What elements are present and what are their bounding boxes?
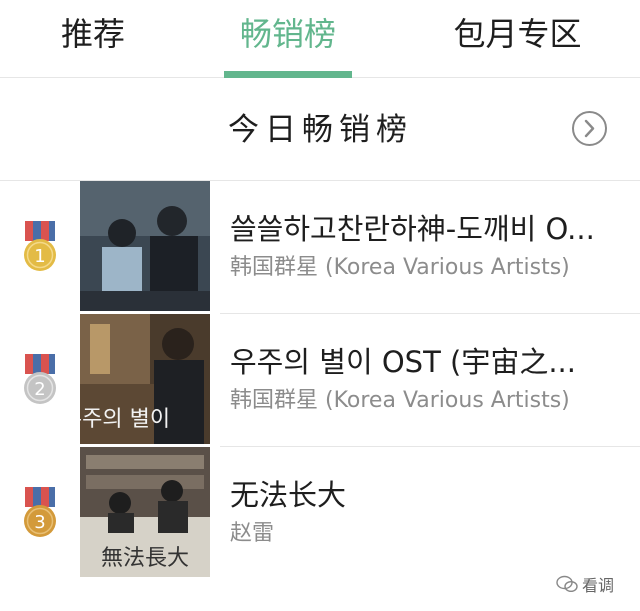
medal-rank: 2 [34,379,45,400]
medal-rank: 1 [34,246,45,267]
svg-text:우주의 별이: 우주의 별이 [80,407,170,432]
watermark: 看调 [556,572,614,596]
song-title: 우주의 별이 OST (宇宙之... [230,345,576,379]
medal-rank: 3 [34,512,45,533]
artist-name: 赵雷 [230,521,275,546]
tab-bar: 推荐 畅销榜 包月专区 [0,0,640,78]
list-item[interactable]: 3 無法長大 无法长大 赵雷 [0,447,640,580]
artist-name: 韩国群星 (Korea Various Artists) [230,388,570,413]
song-title: 无法长大 [230,478,347,512]
list-item[interactable]: 1 쓸쓸하고찬란하神-도깨비 O... 韩国群星 (Korea Various … [0,181,640,314]
silver-medal-icon: 2 [24,354,56,404]
album-cover[interactable]: 우주의 별이 [80,314,210,444]
svg-text:無法長大: 無法長大 [101,546,189,571]
tab-bestseller[interactable]: 畅销榜 [238,12,338,56]
gold-medal-icon: 1 [24,221,56,271]
list-item[interactable]: 2 우주의 별이 우주의 별이 OST (宇宙之... 韩国群星 (Korea … [0,314,640,447]
active-tab-indicator [224,71,352,78]
artist-name: 韩国群星 (Korea Various Artists) [230,255,570,280]
tab-monthly[interactable]: 包月专区 [450,12,585,56]
bronze-medal-icon: 3 [24,487,56,537]
album-cover[interactable] [80,181,210,311]
album-cover[interactable]: 無法長大 [80,447,210,577]
chevron-right-circle-icon[interactable] [571,110,608,147]
song-title: 쓸쓸하고찬란하神-도깨비 O... [230,212,595,246]
watermark-label: 看调 [582,576,615,595]
wechat-icon [556,575,578,593]
tab-recommend[interactable]: 推荐 [58,12,128,56]
section-header: 今日畅销榜 [0,79,640,181]
section-title: 今日畅销榜 [228,112,413,148]
